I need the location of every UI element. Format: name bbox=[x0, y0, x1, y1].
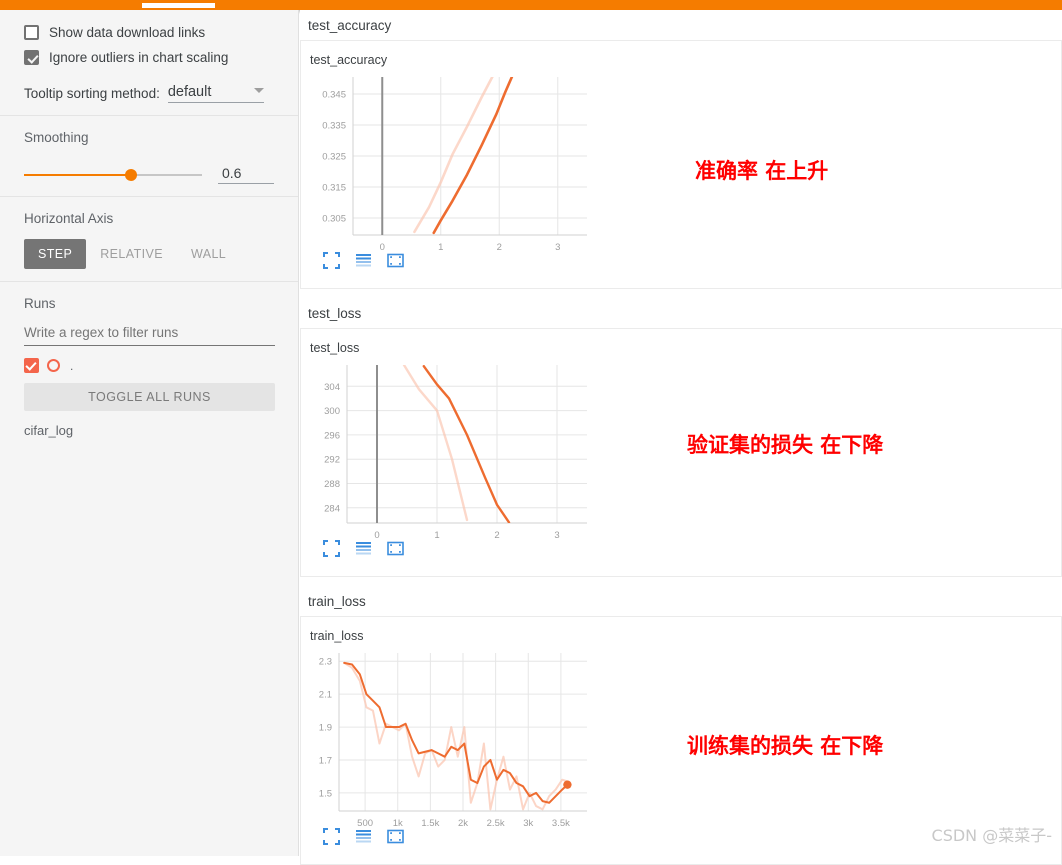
svg-text:2: 2 bbox=[494, 530, 499, 541]
smoothing-slider[interactable] bbox=[24, 168, 202, 181]
svg-text:1.9: 1.9 bbox=[319, 723, 332, 734]
tooltip-sorting-row: Tooltip sorting method: default bbox=[24, 84, 274, 103]
chart-title: test_loss bbox=[310, 341, 360, 355]
fit-domain-icon[interactable] bbox=[387, 540, 404, 557]
csdn-watermark: CSDN @菜菜子- bbox=[931, 826, 1052, 845]
svg-text:0.315: 0.315 bbox=[322, 182, 346, 193]
svg-text:296: 296 bbox=[324, 430, 340, 441]
svg-text:288: 288 bbox=[324, 479, 340, 490]
run-name-label: cifar_log bbox=[24, 423, 74, 438]
svg-text:3.5k: 3.5k bbox=[552, 818, 570, 829]
run-color-circle-icon bbox=[47, 359, 60, 372]
card-body: test_accuracy 0.305 0.315 0.325 0.335 0.345 0… bbox=[300, 41, 1062, 289]
checkbox-checked-icon[interactable] bbox=[24, 50, 39, 65]
smoothing-value-input[interactable]: 0.6 bbox=[218, 165, 274, 184]
settings-sidebar: Show data download links Ignore outliers… bbox=[0, 10, 299, 856]
svg-text:0.335: 0.335 bbox=[322, 121, 346, 132]
chart-toolbar bbox=[323, 252, 404, 269]
svg-text:1: 1 bbox=[438, 242, 443, 253]
svg-text:0.305: 0.305 bbox=[322, 213, 346, 224]
svg-text:3: 3 bbox=[555, 242, 560, 253]
svg-text:0.325: 0.325 bbox=[322, 152, 346, 163]
svg-text:0.345: 0.345 bbox=[322, 90, 346, 101]
tooltip-sorting-label: Tooltip sorting method: bbox=[24, 86, 160, 101]
fit-domain-icon[interactable] bbox=[387, 252, 404, 269]
tooltip-sorting-select[interactable]: default bbox=[167, 84, 264, 103]
axis-button-step[interactable]: STEP bbox=[24, 239, 87, 269]
charts-area: test_accuracy test_accuracy 0.305 0.315 0.… bbox=[300, 10, 1062, 865]
option-ignore-outliers[interactable]: Ignore outliers in chart scaling bbox=[24, 45, 274, 70]
svg-text:2.3: 2.3 bbox=[319, 657, 332, 668]
smoothing-section: Smoothing 0.6 bbox=[0, 116, 298, 197]
run-row-label: . bbox=[70, 358, 74, 373]
horizontal-axis-section: Horizontal Axis STEP RELATIVE WALL bbox=[0, 197, 298, 282]
horizontal-axis-label: Horizontal Axis bbox=[24, 211, 114, 226]
svg-text:292: 292 bbox=[324, 455, 340, 466]
expand-icon[interactable] bbox=[323, 252, 340, 269]
card-header[interactable]: test_accuracy bbox=[300, 10, 1062, 41]
option-show-data-download-links[interactable]: Show data download links bbox=[24, 20, 274, 45]
smoothing-slider-knob[interactable] bbox=[124, 168, 137, 181]
svg-text:284: 284 bbox=[324, 503, 340, 514]
fit-domain-icon[interactable] bbox=[387, 828, 404, 845]
run-checkbox-icon[interactable] bbox=[24, 358, 39, 373]
expand-icon[interactable] bbox=[323, 540, 340, 557]
svg-text:1.5: 1.5 bbox=[319, 788, 332, 799]
chart-plot-test-loss[interactable]: 2842882922963003040 1 2 3 bbox=[305, 359, 595, 549]
chart-plot-train-loss[interactable]: 1.51.71.92.12.3500 1k 1.5k 2k 2.5k 3k 3.5k bbox=[305, 647, 595, 837]
runs-label: Runs bbox=[24, 296, 56, 311]
horizontal-axis-buttons: STEP RELATIVE WALL bbox=[24, 239, 274, 269]
svg-text:2.5k: 2.5k bbox=[487, 818, 505, 829]
runs-filter-input[interactable] bbox=[24, 323, 275, 346]
svg-text:1: 1 bbox=[434, 530, 439, 541]
svg-text:304: 304 bbox=[324, 382, 340, 393]
svg-text:3: 3 bbox=[554, 530, 559, 541]
app-top-bar bbox=[0, 0, 1062, 10]
chevron-down-icon bbox=[253, 87, 264, 93]
smoothing-slider-fill bbox=[24, 173, 131, 176]
display-options-section: Show data download links Ignore outliers… bbox=[0, 10, 298, 116]
active-tab-indicator bbox=[142, 3, 215, 8]
chart-toolbar bbox=[323, 540, 404, 557]
option-label: Ignore outliers in chart scaling bbox=[49, 50, 229, 65]
tooltip-sorting-value: default bbox=[167, 84, 212, 100]
annotation-text: 验证集的损失 在下降 bbox=[687, 433, 884, 457]
svg-text:1.5k: 1.5k bbox=[421, 818, 439, 829]
chart-title: test_accuracy bbox=[310, 53, 388, 67]
run-toggle-row[interactable]: . bbox=[24, 358, 274, 373]
axis-button-relative[interactable]: RELATIVE bbox=[86, 239, 177, 269]
option-label: Show data download links bbox=[49, 25, 206, 40]
svg-text:2.1: 2.1 bbox=[319, 690, 332, 701]
svg-text:2: 2 bbox=[497, 242, 502, 253]
expand-icon[interactable] bbox=[323, 828, 340, 845]
card-body: test_loss 284 288 292 296 300 304 0 1 2 3 bbox=[300, 329, 1062, 577]
chart-toolbar bbox=[323, 828, 404, 845]
chart-card-test-accuracy: test_accuracy test_accuracy 0.305 0.315 0.… bbox=[300, 10, 1062, 289]
smoothing-label: Smoothing bbox=[24, 130, 89, 145]
annotation-text: 准确率 在上升 bbox=[695, 159, 829, 183]
runs-section: Runs . TOGGLE ALL RUNS cifar_log bbox=[0, 282, 298, 450]
card-header[interactable]: train_loss bbox=[300, 586, 1062, 617]
card-header[interactable]: test_loss bbox=[300, 298, 1062, 329]
chart-plot-test-accuracy[interactable]: 0.3050.3150.3250.3350.3450 1 2 3 bbox=[305, 71, 595, 261]
checkbox-icon[interactable] bbox=[24, 25, 39, 40]
chart-card-test-loss: test_loss test_loss 284 288 292 296 300 304 0 1… bbox=[300, 298, 1062, 577]
svg-text:3k: 3k bbox=[523, 818, 533, 829]
chart-title: train_loss bbox=[310, 629, 364, 643]
data-series-icon[interactable] bbox=[355, 828, 372, 845]
svg-text:2k: 2k bbox=[458, 818, 468, 829]
axis-button-wall[interactable]: WALL bbox=[177, 239, 240, 269]
svg-text:1.7: 1.7 bbox=[319, 755, 332, 766]
data-series-icon[interactable] bbox=[355, 540, 372, 557]
svg-text:300: 300 bbox=[324, 406, 340, 417]
smoothing-control: 0.6 bbox=[24, 165, 274, 184]
annotation-text: 训练集的损失 在下降 bbox=[687, 734, 884, 758]
toggle-all-runs-button[interactable]: TOGGLE ALL RUNS bbox=[24, 383, 275, 411]
data-series-icon[interactable] bbox=[355, 252, 372, 269]
